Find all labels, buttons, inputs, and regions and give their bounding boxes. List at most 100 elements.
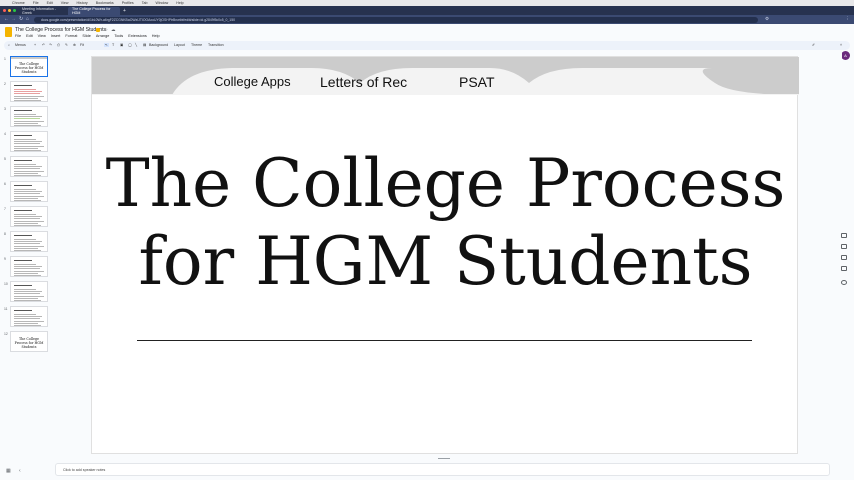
select-tool-icon[interactable]: ↖	[104, 43, 110, 47]
menu-insert[interactable]: Insert	[51, 34, 61, 38]
menu-extensions[interactable]: Extensions	[128, 34, 147, 38]
new-tab-icon[interactable]: +	[123, 8, 126, 14]
browser-tab[interactable]: Meeting Information - Greek	[18, 7, 68, 15]
slide-thumbnail[interactable]	[10, 281, 48, 302]
forward-icon[interactable]: →	[11, 16, 16, 22]
speaker-notes[interactable]: Click to add speaker notes	[55, 463, 830, 476]
slide-thumbnail[interactable]	[10, 181, 48, 202]
slide-thumbnail-text-line	[14, 100, 41, 101]
menubar-item[interactable]: Profiles	[122, 1, 134, 5]
minimize-window-icon[interactable]	[8, 9, 11, 12]
slide-thumbnail[interactable]	[10, 131, 48, 152]
comment-icon[interactable]: ▤	[143, 43, 146, 47]
menubar-item[interactable]: Edit	[47, 1, 53, 5]
slide-tab-college-apps[interactable]: College Apps	[214, 74, 291, 89]
transition-button[interactable]: Transition	[208, 43, 224, 47]
browser-tab-label: The College Process for HGM	[72, 7, 111, 15]
url-input[interactable]: docs.google.com/presentation/d/1bL0Wr-a6…	[34, 16, 758, 23]
theme-button[interactable]: Theme	[191, 43, 202, 47]
slide-thumbnail[interactable]	[10, 106, 48, 127]
back-icon[interactable]: ←	[4, 16, 9, 22]
menubar-item[interactable]: View	[61, 1, 69, 5]
slide-thumbnail[interactable]: The College Process for HGM Students	[10, 331, 48, 352]
extensions-icon[interactable]: ⚙	[765, 16, 769, 22]
slide-thumbnail-heading	[14, 135, 32, 136]
slide-thumbnail-heading	[14, 110, 32, 111]
current-slide[interactable]: College Apps Letters of Rec PSAT The Col…	[91, 56, 799, 454]
redo-icon[interactable]: ↷	[49, 43, 52, 47]
menus-search-label[interactable]: Menus	[15, 43, 26, 47]
slide-thumbnail[interactable]	[10, 206, 48, 227]
menu-slide[interactable]: Slide	[82, 34, 90, 38]
slide-thumbnail-text-line	[14, 220, 44, 222]
menubar-item[interactable]: File	[33, 1, 39, 5]
browser-menu-icon[interactable]: ⋮	[845, 16, 850, 22]
paint-format-icon[interactable]: ✎	[65, 43, 68, 47]
collapse-filmstrip-icon[interactable]: ‹	[19, 468, 21, 474]
pen-icon[interactable]: ✐	[812, 43, 815, 47]
slide-tab-letters-of-rec[interactable]: Letters of Rec	[320, 74, 407, 90]
menu-edit[interactable]: Edit	[26, 34, 33, 38]
menubar-item[interactable]: Chrome	[12, 1, 25, 5]
slide-thumbnail-text-line	[14, 275, 41, 276]
slide-thumbnail[interactable]	[10, 231, 48, 252]
contacts-icon[interactable]	[841, 266, 847, 271]
slide-thumbnail-text-line	[14, 239, 36, 240]
user-avatar[interactable]: A	[841, 51, 850, 60]
tasks-icon[interactable]	[841, 255, 847, 260]
browser-tab-active[interactable]: The College Process for HGM	[68, 7, 120, 15]
slide-thumbnail-text-line	[14, 214, 36, 215]
reload-icon[interactable]: ↻	[19, 16, 23, 22]
slide-thumbnail[interactable]: The College Process for HGM Students	[10, 56, 48, 77]
home-icon[interactable]: ⌂	[26, 16, 29, 22]
menu-help[interactable]: Help	[152, 34, 160, 38]
menu-arrange[interactable]: Arrange	[96, 34, 110, 38]
window-controls	[0, 9, 18, 12]
slide-thumbnail-title: The College Process for HGM Students	[14, 62, 44, 74]
document-title[interactable]: The College Process for HGM Students	[15, 27, 106, 33]
slide-thumbnail-text-line	[14, 143, 40, 145]
slides-logo-icon[interactable]	[5, 27, 12, 37]
cloud-status-icon[interactable]: ☁	[111, 27, 116, 33]
menubar-item[interactable]: History	[77, 1, 88, 5]
slide-thumbnail[interactable]	[10, 256, 48, 277]
maps-icon[interactable]	[841, 280, 847, 285]
undo-icon[interactable]: ↶	[42, 43, 45, 47]
line-icon[interactable]: ╲	[135, 43, 137, 47]
grid-view-icon[interactable]: ▦	[6, 468, 11, 474]
search-menus-icon[interactable]: ⌕	[8, 43, 10, 47]
close-window-icon[interactable]	[3, 9, 6, 12]
move-icon[interactable]: ☆	[104, 27, 108, 33]
zoom-icon[interactable]: ⊕	[73, 43, 76, 47]
menubar-item[interactable]: Window	[155, 1, 168, 5]
menu-file[interactable]: File	[15, 34, 21, 38]
keep-icon[interactable]	[841, 244, 847, 249]
slide-thumbnail[interactable]	[10, 81, 48, 102]
collapse-toolbar-icon[interactable]: ˄	[840, 43, 842, 47]
menubar-item[interactable]: Tab	[142, 1, 148, 5]
tab-banner	[92, 57, 799, 95]
menu-tools[interactable]: Tools	[114, 34, 123, 38]
menu-view[interactable]: View	[38, 34, 46, 38]
star-icon[interactable]	[96, 28, 100, 32]
slide-thumbnail-text-line	[14, 150, 41, 151]
menu-format[interactable]: Format	[65, 34, 77, 38]
slide-title[interactable]: The College Process for HGM Students	[92, 145, 799, 301]
image-icon[interactable]: ▣	[120, 43, 123, 47]
background-button[interactable]: Background	[149, 43, 168, 47]
maximize-window-icon[interactable]	[13, 9, 16, 12]
slide-thumbnail-text-line	[14, 225, 41, 226]
calendar-icon[interactable]	[841, 233, 847, 238]
text-box-icon[interactable]: T	[112, 43, 114, 47]
zoom-select[interactable]: Fit	[80, 43, 84, 47]
slide-tab-psat[interactable]: PSAT	[459, 74, 495, 90]
slide-thumbnail[interactable]	[10, 306, 48, 327]
print-icon[interactable]: ⎙	[57, 43, 60, 47]
slide-thumbnail[interactable]	[10, 156, 48, 177]
shape-icon[interactable]: ◯	[128, 43, 132, 47]
menubar-item[interactable]: Bookmarks	[96, 1, 114, 5]
new-slide-icon[interactable]: +	[34, 43, 36, 47]
layout-button[interactable]: Layout	[174, 43, 185, 47]
notes-resize-handle[interactable]	[438, 458, 450, 459]
menubar-item[interactable]: Help	[176, 1, 183, 5]
